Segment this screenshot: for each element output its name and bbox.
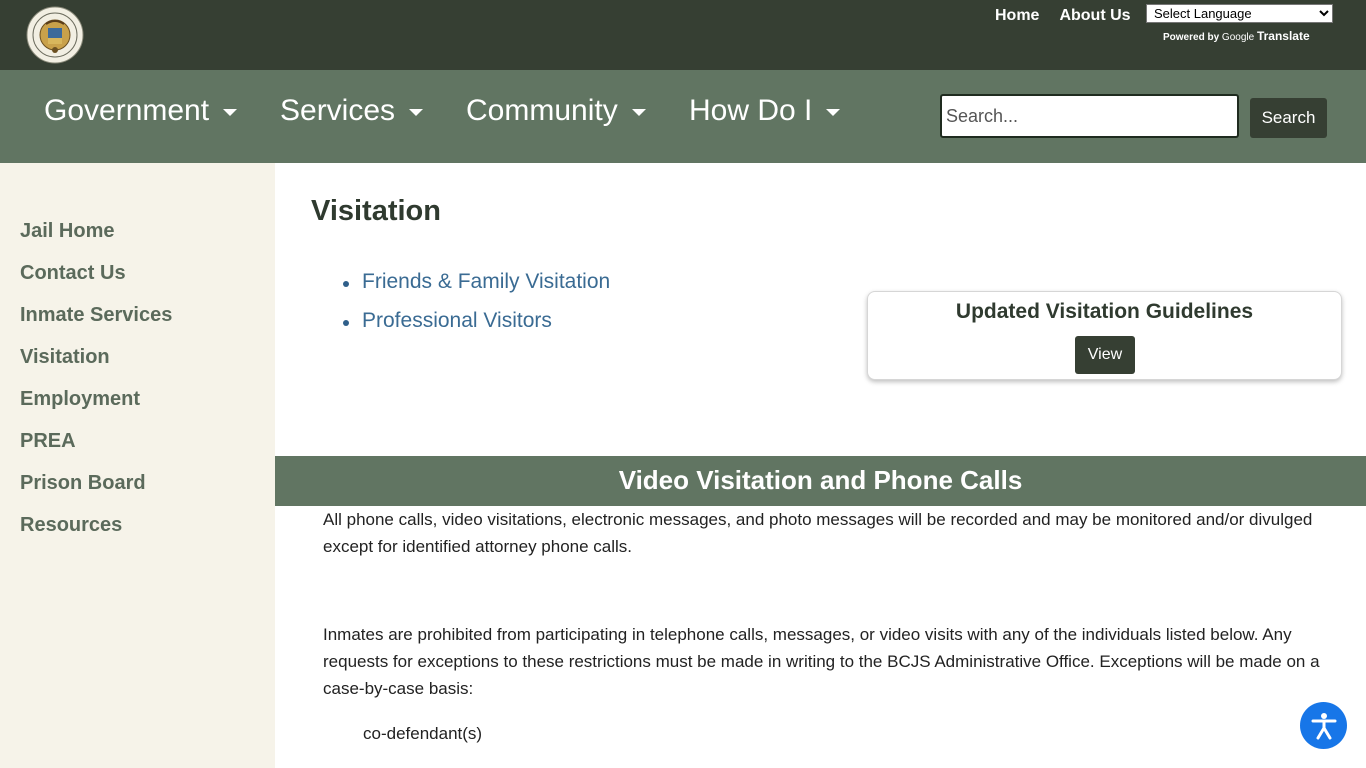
sidebar-link[interactable]: Prison Board [20,472,146,494]
caret-down-icon [826,108,841,116]
utility-links: Home About Us [995,7,1131,25]
nav-label: Services [280,94,396,127]
sidebar-menu: Jail Home Contact Us Inmate Services Vis… [20,219,172,555]
caret-down-icon [409,108,424,116]
google-translate-attribution: Powered by Google Translate [1163,29,1310,43]
view-button[interactable]: View [1075,336,1135,374]
sidebar-item-prison-board: Prison Board [20,471,172,513]
sidebar-item-contact-us: Contact Us [20,261,172,303]
search-input[interactable] [940,94,1239,138]
home-link[interactable]: Home [995,7,1039,25]
section-heading: Video Visitation and Phone Calls [275,456,1366,506]
restrictions-paragraph: Inmates are prohibited from participatin… [323,625,1320,698]
nav-label: How Do I [689,94,813,127]
card-title: Updated Visitation Guidelines [955,300,1254,323]
sidebar-item-employment: Employment [20,387,172,429]
sidebar-item-visitation: Visitation [20,345,172,387]
search-button[interactable]: Search [1250,98,1327,138]
nav-government[interactable]: Government [44,94,238,128]
recording-notice-paragraph: All phone calls, video visitations, elec… [323,510,1313,556]
list-item: Professional Visitors [342,309,610,348]
nav-services[interactable]: Services [280,94,424,128]
sidebar-link[interactable]: Contact Us [20,262,126,284]
accessibility-icon [1311,712,1336,739]
caret-down-icon [223,108,238,116]
sidebar-link[interactable]: Inmate Services [20,304,172,326]
page-title: Visitation [311,195,441,227]
sidebar-link[interactable]: Employment [20,388,140,410]
sidebar-item-inmate-services: Inmate Services [20,303,172,345]
professional-visitors-link[interactable]: Professional Visitors [362,309,552,332]
sidebar-item-resources: Resources [20,513,172,555]
sidebar-item-prea: PREA [20,429,172,471]
translate-link[interactable]: Translate [1257,29,1310,43]
guidelines-card: Updated Visitation Guidelines View [867,291,1342,380]
caret-down-icon [631,108,646,116]
sidebar-item-jail-home: Jail Home [20,219,172,261]
sidebar: Jail Home Contact Us Inmate Services Vis… [0,163,275,768]
nav-community[interactable]: Community [466,94,646,128]
google-logo[interactable]: Google [1222,32,1254,43]
county-seal-icon[interactable] [26,6,84,64]
sidebar-link[interactable]: Visitation [20,346,110,368]
nav-how-do-i[interactable]: How Do I [689,94,841,128]
top-bar: Home About Us Select Language Powered by… [0,0,1366,70]
list-item: Friends & Family Visitation [342,270,610,309]
sidebar-link[interactable]: Jail Home [20,220,114,242]
friends-family-visitation-link[interactable]: Friends & Family Visitation [362,270,610,293]
powered-by-text: Powered by [1163,32,1220,43]
restricted-list-item: co-defendant(s) [363,724,483,743]
nav-label: Community [466,94,618,127]
accessibility-button[interactable] [1300,702,1347,749]
main-nav: Government Services Community How Do I S… [0,70,1366,163]
sidebar-link[interactable]: PREA [20,430,76,452]
language-select[interactable]: Select Language [1146,4,1333,23]
about-us-link[interactable]: About Us [1059,7,1130,25]
visitation-links: Friends & Family Visitation Professional… [342,270,610,348]
sidebar-link[interactable]: Resources [20,514,122,536]
nav-label: Government [44,94,210,127]
